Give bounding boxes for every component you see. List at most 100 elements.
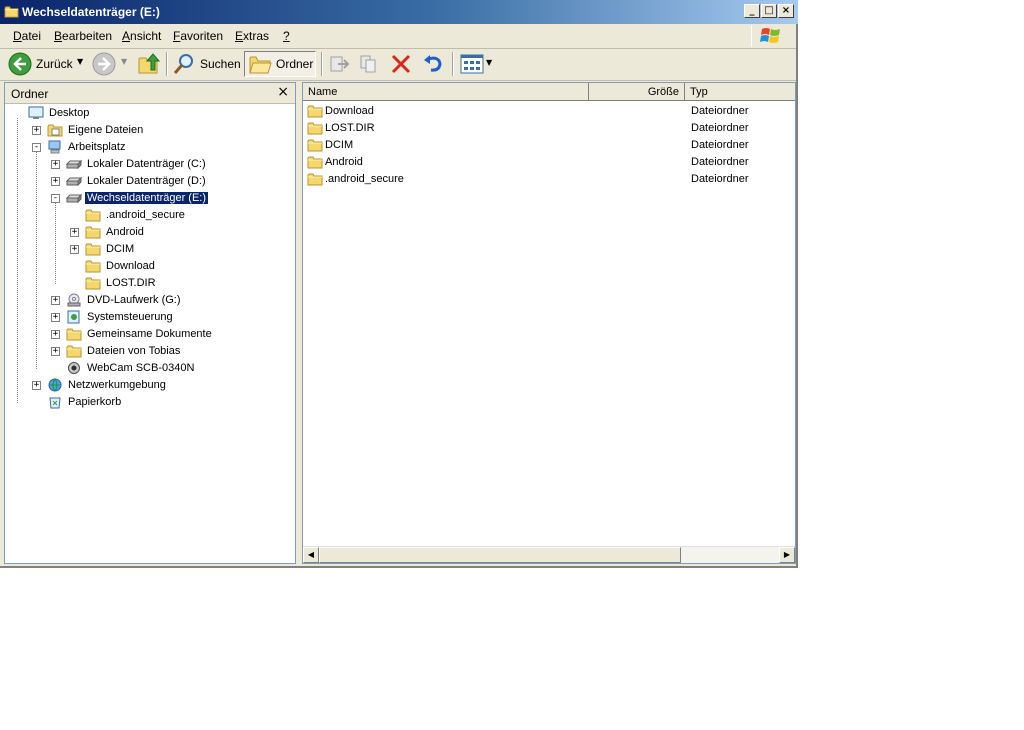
tree-node-label: Download	[106, 260, 155, 272]
table-row[interactable]: Android Dateiordner	[303, 154, 795, 171]
folder-icon	[307, 155, 323, 169]
scroll-left-button[interactable]: ◀	[303, 547, 319, 563]
folder-icon	[85, 276, 101, 290]
folder-icon	[307, 121, 323, 135]
scrollbar-thumb[interactable]	[319, 547, 681, 563]
tree-node-label: DVD-Laufwerk (G:)	[87, 294, 181, 306]
tree-node-label: Lokaler Datenträger (D:)	[87, 175, 206, 187]
tree-node-label: Systemsteuerung	[87, 311, 173, 323]
folder-tree-pane: Ordner × Desktop + Eigene Dateien - Arbeitsp…	[4, 82, 296, 564]
search-label: Suchen	[200, 57, 241, 71]
tree-node[interactable]: + DVD-Laufwerk (G:)	[5, 292, 293, 309]
table-row[interactable]: Download Dateiordner	[303, 103, 795, 120]
expand-icon[interactable]: +	[51, 160, 60, 169]
folder-icon	[307, 172, 323, 186]
explorer-window: Wechseldatenträger (E:) _ □ × Datei Bear…	[0, 0, 798, 568]
close-button[interactable]: ×	[778, 4, 794, 18]
menu-extras[interactable]: Extras	[235, 29, 269, 43]
network-icon	[47, 378, 63, 392]
tree-node-label: Netzwerkumgebung	[68, 379, 166, 391]
back-button[interactable]: Zurück ▼	[6, 51, 88, 77]
expand-icon[interactable]: +	[32, 126, 41, 135]
tree-node[interactable]: + Eigene Dateien	[5, 122, 293, 139]
menu-help[interactable]: ?	[283, 29, 290, 43]
tree-node[interactable]: + Dateien von Tobias	[5, 343, 293, 360]
file-name: Android	[325, 156, 363, 168]
table-row[interactable]: LOST.DIR Dateiordner	[303, 120, 795, 137]
menu-bearbeiten[interactable]: Bearbeiten	[54, 29, 112, 43]
undo-button[interactable]	[420, 51, 446, 77]
tree-node[interactable]: + Lokaler Datenträger (C:)	[5, 156, 293, 173]
close-pane-button[interactable]: ×	[277, 84, 289, 100]
collapse-icon[interactable]: -	[51, 194, 60, 203]
tree-node-label: Dateien von Tobias	[87, 345, 181, 357]
table-row[interactable]: DCIM Dateiordner	[303, 137, 795, 154]
chevron-down-icon: ▼	[486, 58, 493, 67]
tree-node[interactable]: - Arbeitsplatz	[5, 139, 293, 156]
views-button[interactable]: ▼	[458, 51, 494, 77]
toolbar-separator	[452, 52, 454, 76]
expand-icon[interactable]: +	[32, 381, 41, 390]
forward-button[interactable]: ▼	[90, 51, 132, 77]
move-to-button[interactable]	[326, 51, 352, 77]
tree-node[interactable]: + Lokaler Datenträger (D:)	[5, 173, 293, 190]
copy-to-button[interactable]	[356, 51, 382, 77]
removable-drive-icon	[66, 191, 82, 205]
tree-node[interactable]: Download	[5, 258, 293, 275]
delete-icon	[391, 54, 411, 74]
expand-icon[interactable]: +	[51, 330, 60, 339]
menu-datei[interactable]: Datei	[13, 29, 41, 43]
file-name: DCIM	[325, 139, 354, 151]
file-type: Dateiordner	[691, 173, 749, 185]
folder-icon	[249, 56, 272, 74]
horizontal-scrollbar[interactable]: ◀ ▶	[303, 546, 795, 563]
tree-node-label: Android	[106, 226, 144, 238]
move-to-icon	[330, 56, 350, 72]
expand-icon[interactable]: +	[51, 313, 60, 322]
tree-node[interactable]: .android_secure	[5, 207, 293, 224]
folder-icon	[307, 138, 323, 152]
tree-node[interactable]: + Android	[5, 224, 293, 241]
tree-node[interactable]: + Netzwerkumgebung	[5, 377, 293, 394]
tree-node[interactable]: LOST.DIR	[5, 275, 293, 292]
search-button[interactable]: Suchen	[171, 51, 241, 77]
tree-node[interactable]: - Wechseldatenträger (E:)	[5, 190, 293, 207]
expand-icon[interactable]: +	[51, 296, 60, 305]
menu-ansicht[interactable]: Ansicht	[122, 29, 161, 43]
folders-button[interactable]: Ordner	[244, 51, 316, 77]
folders-label: Ordner	[276, 57, 314, 71]
search-icon	[173, 54, 193, 74]
folder-pane-header: Ordner ×	[5, 83, 295, 104]
tree-node-label: Lokaler Datenträger (C:)	[87, 158, 206, 170]
tree-node[interactable]: Papierkorb	[5, 394, 293, 411]
tree-node[interactable]: + DCIM	[5, 241, 293, 258]
folder-icon	[66, 344, 82, 358]
folder-icon	[85, 259, 101, 273]
scroll-right-button[interactable]: ▶	[779, 547, 795, 563]
tree-node-label: Eigene Dateien	[68, 124, 144, 136]
dvd-drive-icon	[66, 293, 82, 307]
collapse-icon[interactable]: -	[32, 143, 41, 152]
up-folder-button[interactable]	[136, 51, 162, 77]
minimize-button[interactable]: _	[744, 4, 760, 18]
expand-icon[interactable]: +	[70, 228, 79, 237]
expand-icon[interactable]: +	[70, 245, 79, 254]
tree-node[interactable]: Desktop	[5, 105, 293, 122]
column-header-size[interactable]: Größe	[589, 83, 685, 101]
menu-favoriten[interactable]: Favoriten	[173, 29, 223, 43]
file-type: Dateiordner	[691, 105, 749, 117]
tree-node-label: Arbeitsplatz	[68, 141, 126, 153]
tree-node[interactable]: + Systemsteuerung	[5, 309, 293, 326]
delete-button[interactable]	[388, 51, 414, 77]
maximize-button[interactable]: □	[761, 4, 777, 18]
table-row[interactable]: .android_secure Dateiordner	[303, 171, 795, 188]
title-bar[interactable]: Wechseldatenträger (E:) _ □ ×	[0, 0, 798, 24]
expand-icon[interactable]: +	[51, 177, 60, 186]
tree-node-label: Desktop	[49, 107, 90, 119]
tree-node[interactable]: WebCam SCB-0340N	[5, 360, 293, 377]
column-header-name[interactable]: Name	[303, 83, 589, 101]
expand-icon[interactable]: +	[51, 347, 60, 356]
column-header-type[interactable]: Typ	[685, 83, 795, 101]
tree-node[interactable]: + Gemeinsame Dokumente	[5, 326, 293, 343]
file-name: LOST.DIR	[325, 122, 375, 134]
